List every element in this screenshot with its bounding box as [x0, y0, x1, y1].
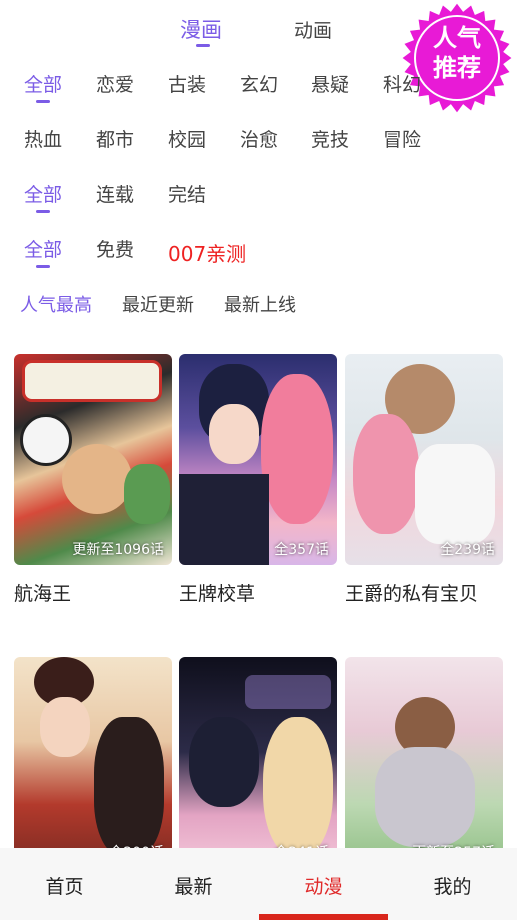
comic-cover[interactable]: 全357话	[179, 354, 337, 565]
price-tested[interactable]: 007亲测	[168, 238, 246, 267]
genre-sports[interactable]: 竞技	[311, 125, 349, 152]
tab-comics[interactable]: 漫画	[180, 14, 222, 44]
genre-costume[interactable]: 古装	[168, 70, 206, 97]
nav-active-indicator	[259, 914, 388, 920]
cover-face-art	[209, 404, 259, 464]
bottom-nav: 首页 最新 动漫 我的	[0, 848, 517, 920]
status-all-indicator	[36, 210, 50, 213]
sort-recent-update[interactable]: 最近更新	[122, 291, 194, 317]
genre-all-indicator	[36, 100, 50, 103]
comic-title[interactable]: 航海王	[14, 579, 71, 606]
episode-count: 全239话	[440, 542, 495, 558]
cover-shirt-art	[415, 444, 495, 544]
genre-campus[interactable]: 校园	[168, 125, 206, 152]
status-completed[interactable]: 完结	[168, 180, 206, 207]
price-row: 全部 免费 007亲测	[0, 235, 517, 275]
comic-cover[interactable]: 更新至1096话	[14, 354, 172, 565]
cover-character-art-2	[124, 464, 170, 524]
cover-face-art	[40, 697, 90, 757]
cover-logo	[22, 360, 162, 402]
comic-cover[interactable]: 全241话	[179, 657, 337, 868]
nav-mine[interactable]: 我的	[388, 872, 517, 899]
cover-character-art	[375, 747, 475, 847]
sort-row: 人气最高 最近更新 最新上线	[0, 291, 517, 331]
nav-anime[interactable]: 动漫	[259, 872, 388, 899]
genre-scifi[interactable]: 科幻	[383, 70, 421, 97]
badge-line1: 人气	[433, 24, 481, 52]
comic-title[interactable]: 王爵的私有宝贝	[345, 579, 478, 606]
price-free[interactable]: 免费	[96, 235, 134, 262]
sort-newest[interactable]: 最新上线	[224, 291, 296, 317]
genre-mystery[interactable]: 悬疑	[311, 70, 349, 97]
nav-home[interactable]: 首页	[0, 872, 129, 899]
status-all[interactable]: 全部	[24, 180, 62, 207]
sort-popular[interactable]: 人气最高	[20, 291, 92, 317]
nav-latest[interactable]: 最新	[129, 872, 258, 899]
cover-hair-art-2	[261, 374, 333, 524]
genre-romance[interactable]: 恋爱	[96, 70, 134, 97]
cover-character-art	[62, 444, 132, 514]
comic-cover[interactable]: 更新至257话	[345, 657, 503, 868]
genre-all[interactable]: 全部	[24, 70, 62, 97]
genre-adventure[interactable]: 冒险	[383, 125, 421, 152]
episode-count: 更新至1096话	[72, 542, 164, 558]
genre-urban[interactable]: 都市	[96, 125, 134, 152]
cover-hair-art-2	[263, 717, 333, 857]
genre-fantasy[interactable]: 玄幻	[240, 70, 278, 97]
genre-row-2: 热血 都市 校园 治愈 竞技 冒险	[0, 125, 517, 165]
comic-cover[interactable]: 全200话	[14, 657, 172, 868]
episode-count: 全357话	[274, 542, 329, 558]
genre-action[interactable]: 热血	[24, 125, 62, 152]
price-all[interactable]: 全部	[24, 235, 62, 262]
genre-row-1: 全部 恋爱 古装 玄幻 悬疑 科幻	[0, 70, 517, 110]
tab-animation[interactable]: 动画	[294, 16, 332, 43]
status-row: 全部 连载 完结	[0, 180, 517, 220]
cover-logo	[245, 675, 331, 709]
cover-hair-art-2	[353, 414, 419, 534]
price-all-indicator	[36, 265, 50, 268]
cover-hair-art	[189, 717, 259, 807]
tab-comics-indicator	[196, 44, 210, 47]
status-ongoing[interactable]: 连载	[96, 180, 134, 207]
comic-title[interactable]: 王牌校草	[179, 579, 255, 606]
genre-healing[interactable]: 治愈	[240, 125, 278, 152]
comic-cover[interactable]: 全239话	[345, 354, 503, 565]
cover-suit-art	[179, 474, 269, 565]
cover-character-art	[94, 717, 164, 857]
cover-skull-art	[20, 414, 72, 466]
